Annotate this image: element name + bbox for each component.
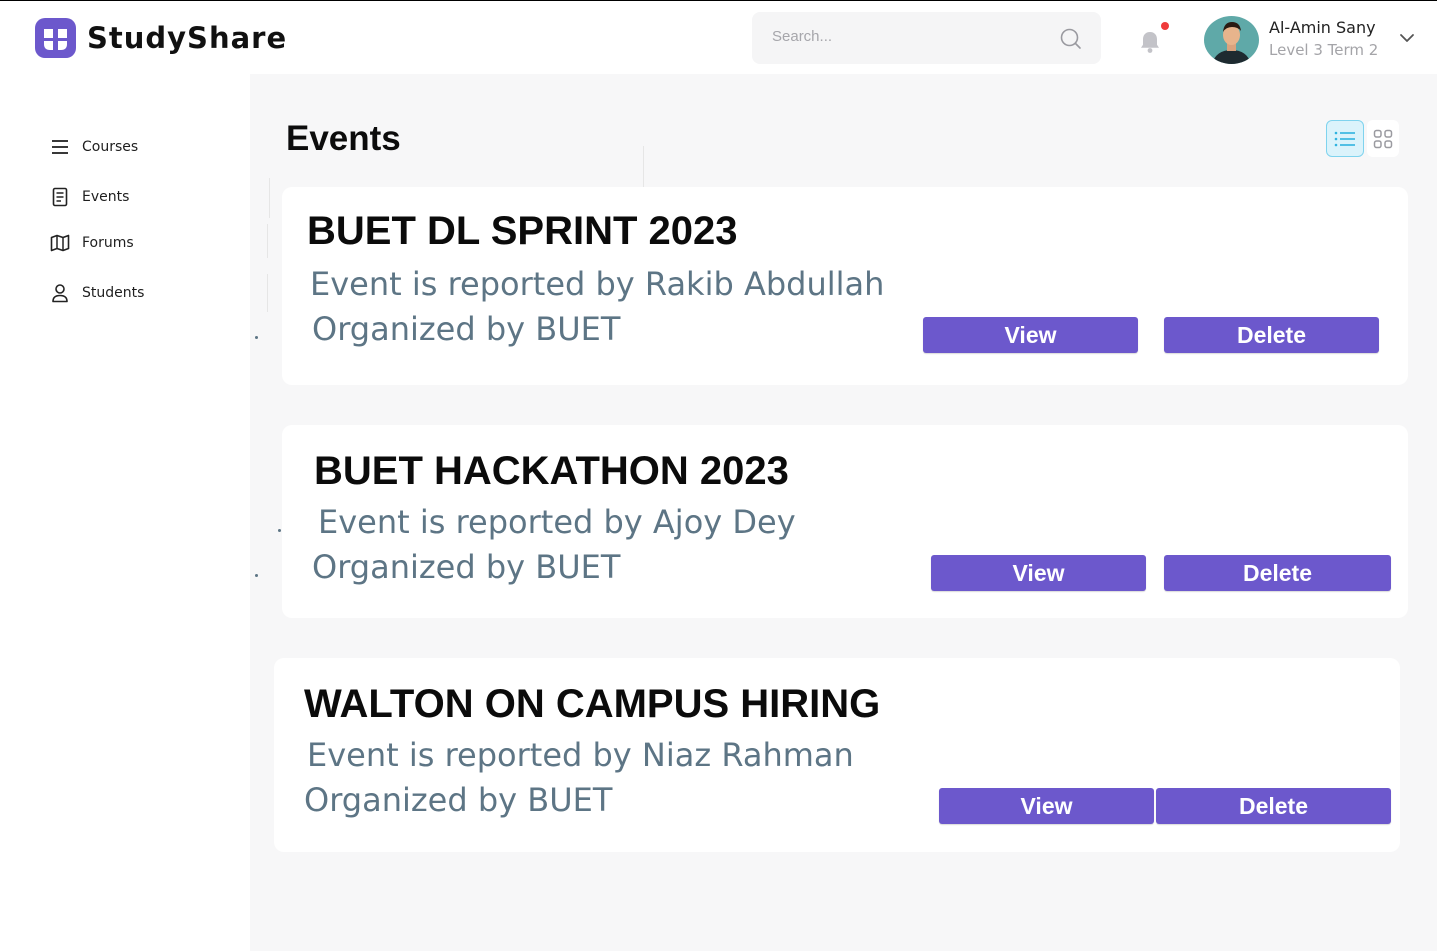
main-content: Events BUET DL SPRINT 2023 Event is repo… bbox=[250, 74, 1437, 951]
event-title: BUET DL SPRINT 2023 bbox=[307, 209, 738, 253]
divider bbox=[267, 224, 268, 258]
menu-icon bbox=[50, 137, 70, 157]
event-title: WALTON ON CAMPUS HIRING bbox=[304, 682, 881, 726]
event-title: BUET HACKATHON 2023 bbox=[314, 449, 789, 493]
event-card: BUET HACKATHON 2023 Event is reported by… bbox=[282, 425, 1408, 618]
bullet-dot bbox=[255, 336, 258, 339]
event-reporter: Event is reported by Ajoy Dey bbox=[318, 503, 796, 541]
sidebar-item-forums[interactable]: Forums bbox=[50, 233, 134, 253]
event-organizer: Organized by BUET bbox=[312, 548, 621, 586]
event-card: BUET DL SPRINT 2023 Event is reported by… bbox=[282, 187, 1408, 385]
sidebar-item-courses[interactable]: Courses bbox=[50, 137, 138, 157]
event-reporter: Event is reported by Niaz Rahman bbox=[307, 736, 854, 774]
delete-button[interactable]: Delete bbox=[1164, 317, 1379, 353]
user-icon bbox=[50, 283, 70, 303]
event-card: WALTON ON CAMPUS HIRING Event is reporte… bbox=[274, 658, 1400, 852]
search-input[interactable] bbox=[772, 28, 1042, 45]
page: StudyShare Al-Amin Sany Level 3 Term 2 bbox=[0, 0, 1437, 951]
view-button[interactable]: View bbox=[939, 788, 1154, 824]
brand-name: StudyShare bbox=[87, 21, 288, 55]
chevron-down-icon[interactable] bbox=[1399, 32, 1415, 44]
page-title: Events bbox=[286, 119, 401, 158]
user-level: Level 3 Term 2 bbox=[1269, 41, 1379, 59]
grid-view-toggle[interactable] bbox=[1367, 120, 1399, 157]
list-view-toggle[interactable] bbox=[1326, 120, 1364, 157]
delete-button[interactable]: Delete bbox=[1164, 555, 1391, 591]
event-organizer: Organized by BUET bbox=[312, 310, 621, 348]
sidebar-item-students[interactable]: Students bbox=[50, 283, 144, 303]
event-reporter: Event is reported by Rakib Abdullah bbox=[310, 265, 885, 303]
divider bbox=[267, 274, 268, 312]
sidebar-item-label: Events bbox=[82, 189, 130, 205]
search-icon[interactable] bbox=[1060, 28, 1082, 50]
delete-button[interactable]: Delete bbox=[1156, 788, 1391, 824]
bell-icon[interactable] bbox=[1137, 29, 1163, 55]
view-button[interactable]: View bbox=[931, 555, 1146, 591]
view-button[interactable]: View bbox=[923, 317, 1138, 353]
bullet-dot bbox=[255, 574, 258, 577]
list-icon bbox=[1334, 131, 1355, 146]
divider bbox=[643, 146, 644, 188]
map-icon bbox=[50, 233, 70, 253]
sidebar-item-label: Students bbox=[82, 285, 145, 301]
grid-icon bbox=[1373, 129, 1393, 148]
top-bar: StudyShare Al-Amin Sany Level 3 Term 2 bbox=[0, 1, 1437, 74]
document-icon bbox=[50, 187, 70, 207]
studyshare-logo-icon[interactable] bbox=[34, 17, 77, 59]
sidebar-item-label: Forums bbox=[82, 235, 134, 251]
divider bbox=[269, 178, 270, 218]
user-name: Al-Amin Sany bbox=[1269, 18, 1376, 37]
sidebar-item-events[interactable]: Events bbox=[50, 187, 129, 207]
event-organizer: Organized by BUET bbox=[304, 781, 613, 819]
avatar[interactable] bbox=[1204, 16, 1259, 64]
search-box[interactable] bbox=[752, 12, 1101, 64]
sidebar: Courses Events Forums Students bbox=[0, 74, 250, 951]
notification-dot bbox=[1161, 22, 1169, 30]
bullet-dot bbox=[278, 529, 281, 532]
sidebar-item-label: Courses bbox=[82, 139, 139, 155]
